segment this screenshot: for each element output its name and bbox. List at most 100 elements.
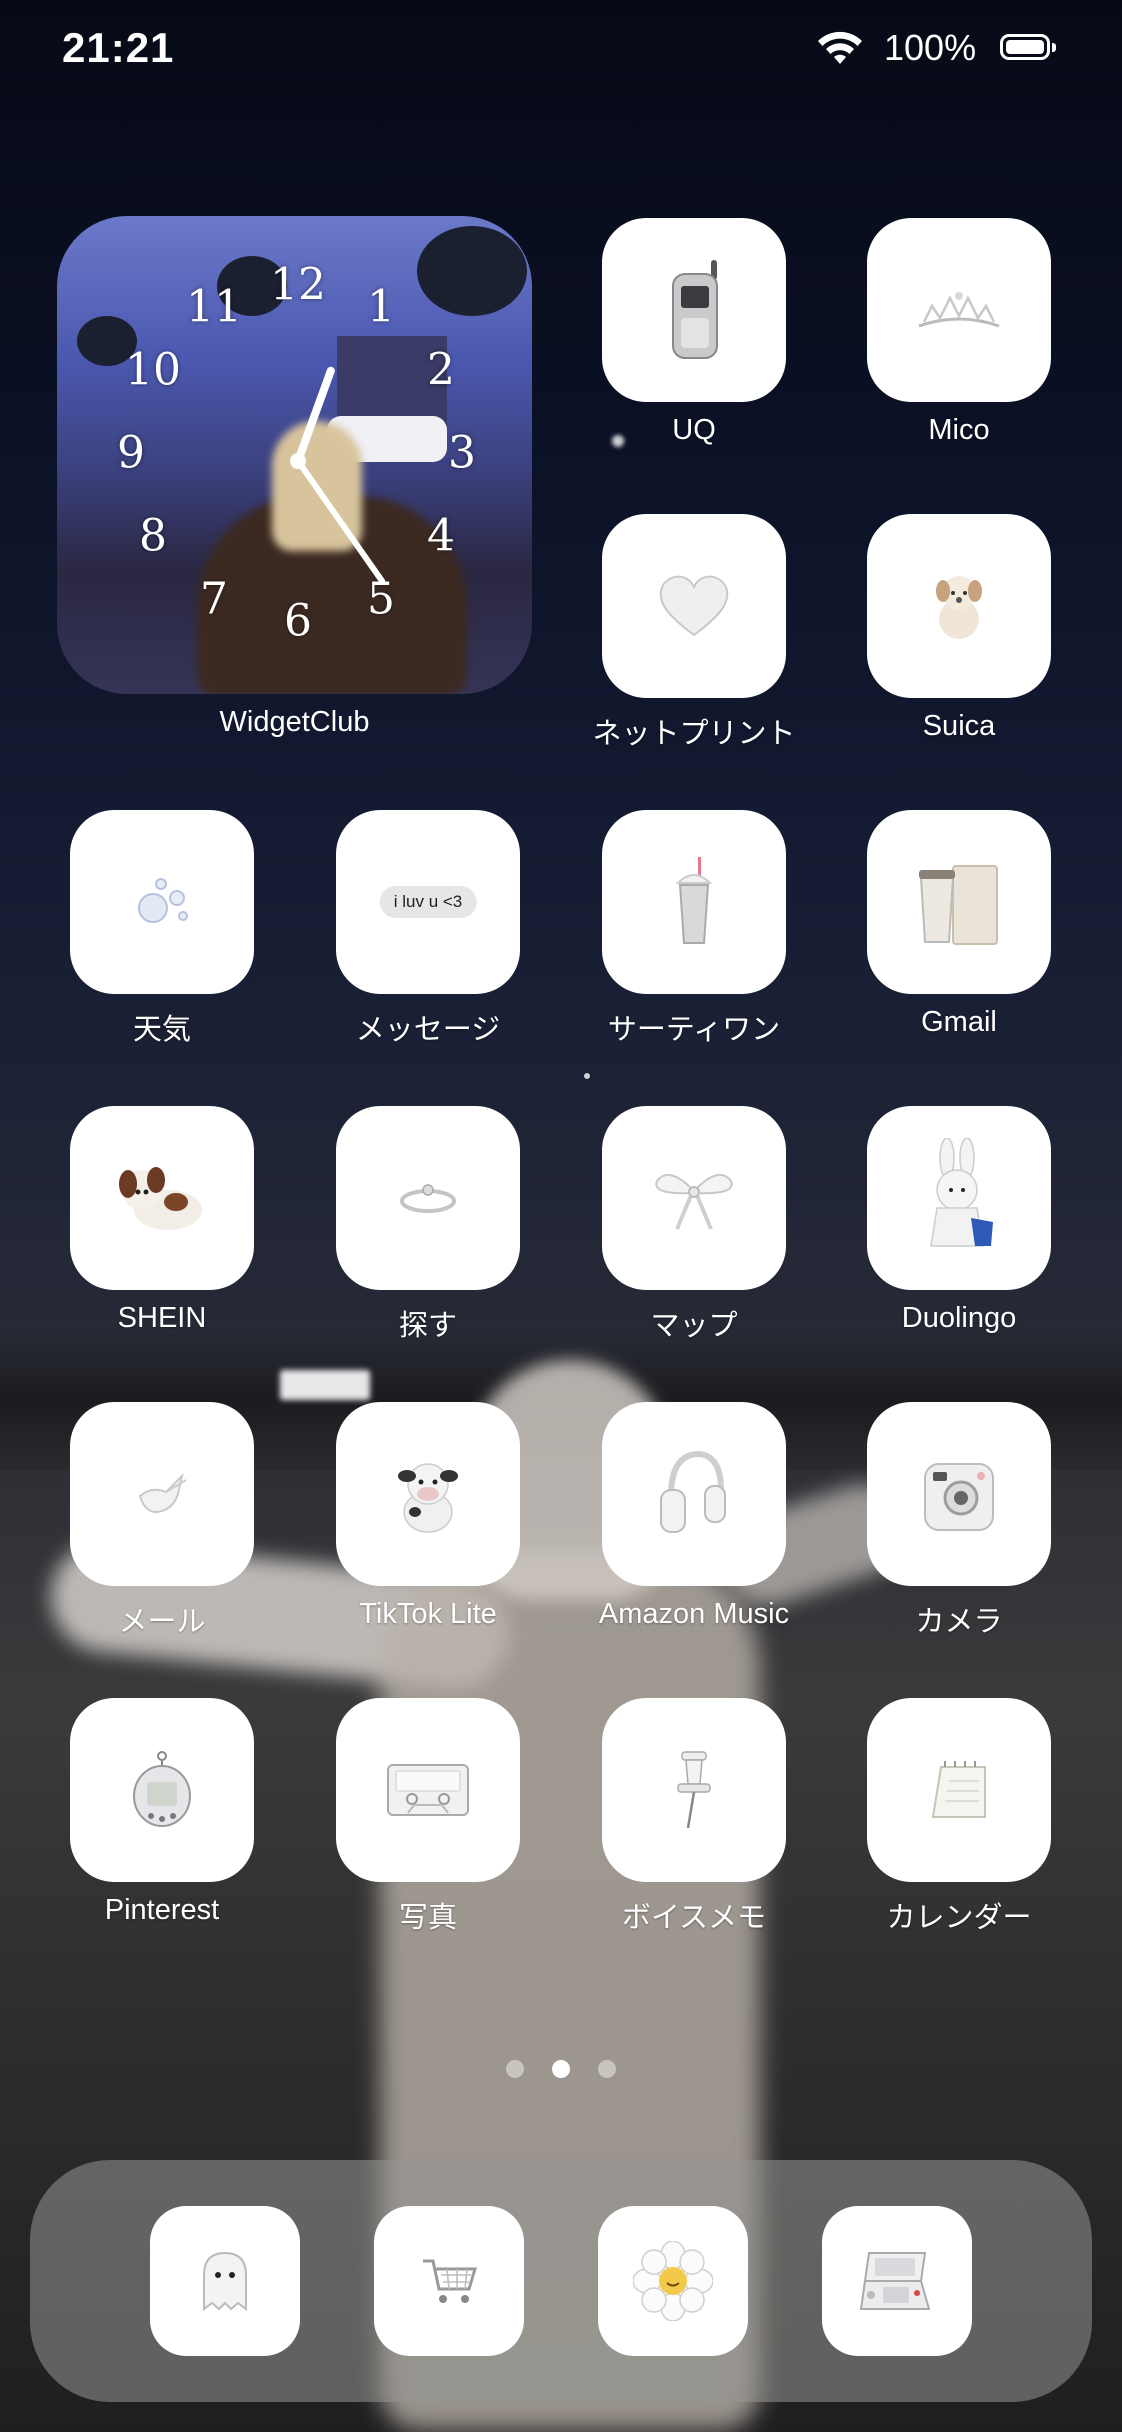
app-label: UQ — [672, 414, 716, 446]
dock-app-ghost[interactable] — [150, 2206, 300, 2356]
app-label: ネットプリント — [592, 718, 796, 750]
app-label: SHEIN — [117, 1302, 207, 1334]
app-find[interactable]: 探す — [308, 1106, 548, 1344]
app-label: Gmail — [921, 1006, 997, 1038]
app-mico[interactable]: Mico — [839, 218, 1079, 447]
ghost-icon — [203, 2251, 247, 2311]
app-mail[interactable]: メール — [42, 1402, 282, 1640]
dock-app-game[interactable] — [822, 2206, 972, 2356]
app-tile — [602, 514, 786, 698]
app-weather[interactable]: 天気 — [42, 810, 282, 1048]
clock-numeral: 7 — [200, 573, 228, 625]
app-voice-memos[interactable]: ボイスメモ — [574, 1698, 814, 1936]
clock-numeral: 1 — [367, 281, 395, 333]
app-pinterest[interactable]: Pinterest — [42, 1698, 282, 1927]
widget-label: WidgetClub — [219, 706, 370, 738]
game-console-icon — [859, 2252, 931, 2310]
bird-icon — [138, 1472, 187, 1514]
clock-numeral: 4 — [427, 510, 455, 562]
clock-numeral: 8 — [139, 510, 167, 562]
app-tile — [867, 1106, 1051, 1290]
chat-bubble-icon: i luv u <3 — [379, 886, 477, 918]
app-suica[interactable]: Suica — [839, 514, 1079, 743]
plush-puppy-icon — [119, 1167, 202, 1230]
daisy-flower-icon — [633, 2241, 713, 2321]
clock-numeral: 6 — [284, 595, 312, 647]
clock-numeral: 3 — [448, 427, 476, 479]
page-dot-active[interactable] — [552, 2060, 570, 2078]
wallpaper-billboard — [280, 1370, 370, 1400]
bunny-plush-icon — [930, 1138, 993, 1247]
cassette-icon — [387, 1764, 469, 1816]
clock-numeral: 9 — [117, 427, 145, 479]
app-tile — [867, 514, 1051, 698]
dock-app-flower[interactable] — [598, 2206, 748, 2356]
app-label: カレンダー — [886, 1902, 1032, 1934]
app-label: サーティワン — [607, 1014, 781, 1046]
app-label: メール — [118, 1606, 206, 1638]
clock-numeral: 12 — [270, 259, 326, 311]
dock — [30, 2160, 1092, 2402]
app-tile: i luv u <3 — [336, 810, 520, 994]
headphones-icon — [660, 1450, 726, 1533]
app-label: メッセージ — [355, 1014, 501, 1046]
app-tile — [602, 1402, 786, 1586]
app-tiktok-lite[interactable]: TikTok Lite — [308, 1402, 548, 1631]
app-tile — [336, 1106, 520, 1290]
tamagotchi-icon — [133, 1751, 191, 1827]
app-label: ボイスメモ — [621, 1902, 767, 1934]
teddy-dog-icon — [936, 576, 982, 639]
dock-app-cart[interactable] — [374, 2206, 524, 2356]
app-label: カメラ — [915, 1606, 1003, 1638]
app-tile — [867, 810, 1051, 994]
app-tile — [602, 810, 786, 994]
shopping-cart-icon — [423, 2259, 478, 2303]
app-label: マップ — [650, 1310, 738, 1342]
clock-center-dot — [290, 453, 306, 469]
app-uq[interactable]: UQ — [574, 218, 814, 447]
app-maps[interactable]: マップ — [574, 1106, 814, 1344]
battery-icon — [1000, 34, 1056, 60]
milkshake-icon — [675, 857, 713, 944]
status-time: 21:21 — [62, 24, 175, 71]
app-label: 探す — [398, 1310, 457, 1342]
app-label: Amazon Music — [598, 1598, 790, 1630]
app-gmail[interactable]: Gmail — [839, 810, 1079, 1039]
clock-numeral: 11 — [186, 281, 242, 333]
ring-icon — [400, 1184, 456, 1213]
page-indicator[interactable] — [0, 2060, 1122, 2083]
app-tile — [70, 1698, 254, 1882]
app-netprint[interactable]: ネットプリント — [574, 514, 814, 752]
app-thirtyone[interactable]: サーティワン — [574, 810, 814, 1048]
page-dot[interactable] — [598, 2060, 617, 2078]
app-tile — [867, 218, 1051, 402]
clock-widget[interactable]: 12 1 2 3 4 5 6 7 8 9 10 11 — [57, 216, 532, 694]
pushpin-icon — [677, 1751, 711, 1829]
app-shein[interactable]: SHEIN — [42, 1106, 282, 1335]
instant-camera-icon — [924, 1463, 994, 1531]
app-tile — [602, 218, 786, 402]
app-label: TikTok Lite — [359, 1598, 497, 1630]
app-tile — [70, 810, 254, 994]
battery-percent: 100% — [884, 27, 977, 68]
app-duolingo[interactable]: Duolingo — [839, 1106, 1079, 1335]
desk-calendar-icon — [931, 1761, 986, 1818]
app-label: Duolingo — [901, 1302, 1017, 1334]
app-label: Pinterest — [104, 1894, 220, 1926]
app-tile — [867, 1402, 1051, 1586]
app-messages[interactable]: i luv u <3 メッセージ — [308, 810, 548, 1048]
app-tile — [602, 1698, 786, 1882]
clock-numeral: 2 — [427, 344, 455, 396]
tiara-icon — [918, 292, 1000, 328]
app-label: Suica — [922, 710, 996, 742]
flip-phone-icon — [672, 260, 718, 359]
app-tile — [70, 1106, 254, 1290]
app-photos[interactable]: 写真 — [308, 1698, 548, 1936]
app-amazon-music[interactable]: Amazon Music — [574, 1402, 814, 1631]
app-calendar[interactable]: カレンダー — [839, 1698, 1079, 1936]
app-label: 写真 — [398, 1902, 457, 1934]
heart-icon — [659, 575, 729, 637]
clock-numeral: 10 — [125, 344, 181, 396]
page-dot[interactable] — [505, 2060, 524, 2078]
app-camera[interactable]: カメラ — [839, 1402, 1079, 1640]
